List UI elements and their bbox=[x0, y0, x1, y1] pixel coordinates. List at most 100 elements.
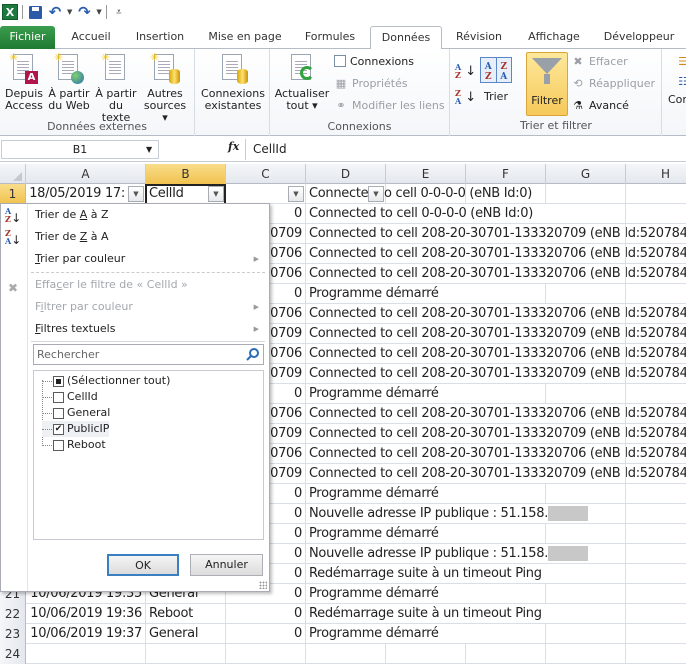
menu-sort-za[interactable]: Z A↓ Trier de Z à A bbox=[1, 226, 269, 248]
cell-e[interactable] bbox=[386, 204, 466, 224]
cell-h[interactable] bbox=[626, 564, 686, 584]
cell-f[interactable] bbox=[466, 184, 546, 204]
cell-d[interactable]: Connected to cell 208-20-30701-133320709… bbox=[306, 424, 686, 444]
filter-dropdown-c[interactable]: ▼ bbox=[288, 186, 304, 202]
text-import-button[interactable]: ✳ À partir du texte bbox=[94, 52, 138, 124]
cell-e[interactable] bbox=[386, 224, 466, 244]
cell-d[interactable]: Connected to cell 208-20-30701-133320706… bbox=[306, 304, 686, 324]
cell-f[interactable] bbox=[466, 304, 546, 324]
cell-e[interactable] bbox=[386, 584, 466, 604]
cell-b[interactable] bbox=[146, 644, 226, 664]
cell-f[interactable] bbox=[466, 344, 546, 364]
cell-e[interactable] bbox=[386, 184, 466, 204]
checkbox[interactable]: ✔ bbox=[53, 423, 64, 435]
cell-d[interactable]: Connected to cell 208-20-30701-133320706… bbox=[306, 264, 686, 284]
cell-h[interactable] bbox=[626, 304, 686, 324]
formula-input[interactable]: CellId bbox=[245, 139, 686, 160]
resize-grip[interactable] bbox=[259, 581, 267, 589]
cell-f[interactable] bbox=[466, 504, 546, 524]
row-header[interactable]: 24 bbox=[0, 644, 26, 664]
trier-button[interactable]: AZ ZA Trier bbox=[478, 57, 514, 103]
cell-d[interactable]: Connected to cell 208-20-30701-133320706… bbox=[306, 404, 686, 424]
cell-f[interactable] bbox=[466, 224, 546, 244]
cell-d[interactable]: Connected to cell 208-20-30701-133320709… bbox=[306, 224, 686, 244]
cell-e[interactable] bbox=[386, 404, 466, 424]
checkbox[interactable] bbox=[53, 391, 64, 403]
filter-values-list[interactable]: (Sélectionner tout) CellId General ✔ PublicI… bbox=[33, 370, 264, 540]
column-header-a[interactable]: A bbox=[26, 164, 146, 184]
cell-g[interactable] bbox=[546, 284, 626, 304]
cell-g[interactable] bbox=[546, 404, 626, 424]
cell-h[interactable] bbox=[626, 484, 686, 504]
cell-e[interactable] bbox=[386, 484, 466, 504]
cell-h[interactable] bbox=[626, 444, 686, 464]
row-header[interactable]: 22 bbox=[0, 604, 26, 624]
cell-f[interactable] bbox=[466, 324, 546, 344]
insert-function-icon[interactable]: fx bbox=[228, 140, 239, 153]
menu-clear-filter[interactable]: ✖ Effacer le filtre de « CellId » bbox=[1, 274, 269, 296]
cell-b[interactable]: Reboot bbox=[146, 604, 226, 624]
cell-e[interactable] bbox=[386, 564, 466, 584]
cell-h[interactable] bbox=[626, 424, 686, 444]
cell-e[interactable] bbox=[386, 524, 466, 544]
cell-g[interactable] bbox=[546, 604, 626, 624]
menu-sort-by-color[interactable]: Trier par couleur ▶ bbox=[1, 248, 269, 270]
cell-h[interactable] bbox=[626, 544, 686, 564]
select-all-corner[interactable] bbox=[0, 164, 26, 184]
cell-e[interactable] bbox=[386, 344, 466, 364]
cell-d[interactable]: Connected to cell 208-20-30701-133320709… bbox=[306, 364, 686, 384]
text-to-columns-icon[interactable]: ☰ bbox=[676, 51, 686, 71]
cell-f[interactable] bbox=[466, 544, 546, 564]
cell-e[interactable] bbox=[386, 624, 466, 644]
cell-h[interactable] bbox=[626, 464, 686, 484]
cell-h[interactable] bbox=[626, 224, 686, 244]
cell-d[interactable]: Programme démarré bbox=[306, 384, 439, 404]
web-import-button[interactable]: ✳ À partir du Web bbox=[48, 52, 90, 112]
cell-e[interactable] bbox=[386, 264, 466, 284]
column-header-e[interactable]: E bbox=[386, 164, 466, 184]
cell-f[interactable] bbox=[466, 584, 546, 604]
cell-d[interactable]: Connected to cell 208-20-30701-133320706… bbox=[306, 244, 686, 264]
cell-g[interactable] bbox=[546, 364, 626, 384]
cell-d[interactable]: Programme démarré bbox=[306, 624, 439, 644]
tab-fichier[interactable]: Fichier bbox=[0, 26, 55, 49]
cell-h[interactable] bbox=[626, 244, 686, 264]
cell-g[interactable] bbox=[546, 524, 626, 544]
menu-sort-az[interactable]: A Z↓ Trier de A à Z bbox=[1, 204, 269, 226]
cell-g[interactable] bbox=[546, 484, 626, 504]
cell-g[interactable] bbox=[546, 464, 626, 484]
tab-insertion[interactable]: Insertion bbox=[128, 26, 192, 49]
avance-button[interactable]: ⚗ Avancé bbox=[571, 95, 629, 115]
tab-formules[interactable]: Formules bbox=[296, 26, 364, 49]
cell-d[interactable]: Nouvelle adresse IP publique : 51.158. bbox=[306, 544, 589, 564]
cell-f[interactable] bbox=[466, 384, 546, 404]
cell-g[interactable] bbox=[546, 384, 626, 404]
cell-e[interactable] bbox=[386, 244, 466, 264]
cell-c[interactable]: 0 bbox=[226, 624, 306, 644]
tab-developpeur[interactable]: Développeur bbox=[596, 26, 682, 49]
column-header-c[interactable]: C bbox=[226, 164, 306, 184]
cell-g[interactable] bbox=[546, 184, 626, 204]
filter-list-item[interactable]: General bbox=[42, 405, 110, 421]
cell-g[interactable] bbox=[546, 564, 626, 584]
cell-f[interactable] bbox=[466, 444, 546, 464]
cell-f[interactable] bbox=[466, 244, 546, 264]
cell-b[interactable]: General bbox=[146, 624, 226, 644]
cell-e[interactable] bbox=[386, 644, 466, 664]
cell-e[interactable] bbox=[386, 324, 466, 344]
cell-c[interactable] bbox=[226, 644, 306, 664]
undo-dropdown-icon[interactable]: ▼ bbox=[67, 8, 72, 16]
row-header[interactable]: 1 bbox=[0, 184, 26, 204]
cell-h[interactable] bbox=[626, 404, 686, 424]
tab-revision[interactable]: Révision bbox=[448, 26, 510, 49]
column-header-h[interactable]: H bbox=[626, 164, 686, 184]
existing-connections-button[interactable]: Connexions existantes bbox=[199, 52, 267, 112]
cell-g[interactable] bbox=[546, 244, 626, 264]
column-header-b[interactable]: B bbox=[146, 164, 226, 184]
cell-d[interactable]: Redémarrage suite à un timeout Ping bbox=[306, 564, 542, 584]
cell-e[interactable] bbox=[386, 304, 466, 324]
cell-f[interactable] bbox=[466, 464, 546, 484]
filter-list-item[interactable]: CellId bbox=[42, 389, 98, 405]
cell-h[interactable] bbox=[626, 364, 686, 384]
cell-f[interactable] bbox=[466, 524, 546, 544]
